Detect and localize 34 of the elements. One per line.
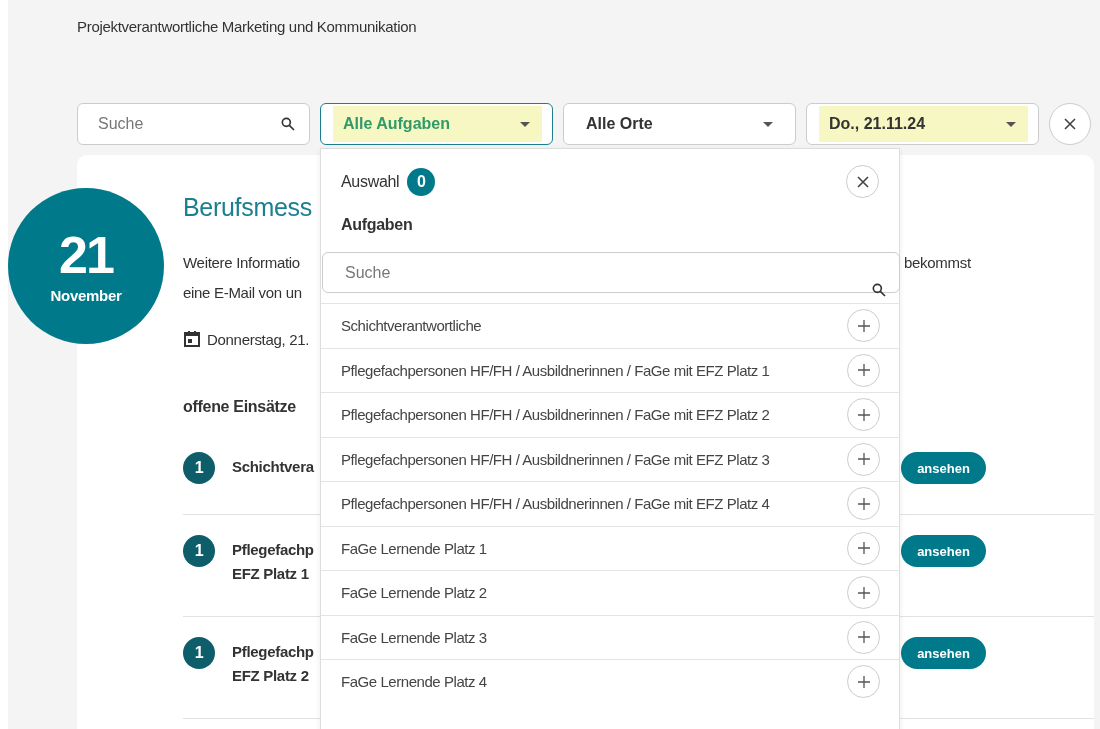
option-label[interactable]: Pflegefachpersonen HF/FH / Ausbildnerinnen / FaGe mit EFZ Platz 3 [341, 450, 847, 468]
task-name: Pflegefachp EFZ Platz 2 [232, 642, 314, 686]
option-label[interactable]: Pflegefachpersonen HF/FH / Ausbildnerinnen / FaGe mit EFZ Platz 1 [341, 361, 847, 379]
description-text: bekommst [904, 253, 972, 273]
view-button[interactable]: ansehen [901, 637, 986, 669]
date-month: November [50, 286, 122, 304]
count-badge: 1 [183, 637, 215, 669]
filter-dropdown[interactable]: Alle Orte [563, 103, 796, 145]
group-title: Aufgaben [340, 215, 414, 234]
dropdown-search-field[interactable]: Suche [322, 252, 900, 293]
search-field[interactable]: Suche [77, 103, 310, 145]
count-badge: 1 [183, 452, 215, 484]
option-label[interactable]: Pflegefachpersonen HF/FH / Ausbildnerinnen / FaGe mit EFZ Platz 2 [341, 406, 847, 424]
selection-label: Auswahl [341, 172, 400, 191]
event-date: Donnerstag, 21. [207, 330, 310, 348]
task-name: Schichtvera [232, 457, 314, 477]
option-label[interactable]: FaGe Lernende Platz 3 [341, 628, 847, 646]
option-label[interactable]: FaGe Lernende Platz 2 [341, 584, 847, 602]
count-badge: 1 [183, 535, 215, 567]
view-button[interactable]: ansehen [901, 452, 986, 484]
task-name: Pflegefachp EFZ Platz 1 [232, 540, 314, 584]
date-day: 21 [59, 228, 113, 281]
event-title: Berufsmess [183, 193, 313, 222]
option-label[interactable]: Schichtverantwortliche [341, 317, 847, 335]
description-text: eine E-Mail von un [183, 283, 303, 303]
view-button[interactable]: ansehen [901, 535, 986, 567]
filter-dropdown[interactable]: Do., 21.11.24 [806, 103, 1039, 145]
description-text: Weitere Informatio [183, 253, 301, 273]
page-subtitle: Projektverantwortliche Marketing und Kommunikation [77, 18, 418, 37]
option-label[interactable]: FaGe Lernende Platz 4 [341, 673, 847, 691]
selection-count: 0 [407, 167, 436, 196]
option-label[interactable]: FaGe Lernende Platz 1 [341, 539, 847, 557]
section-title: offene Einsätze [183, 398, 297, 416]
option-label[interactable]: Pflegefachpersonen HF/FH / Ausbildnerinnen / FaGe mit EFZ Platz 4 [341, 495, 847, 513]
